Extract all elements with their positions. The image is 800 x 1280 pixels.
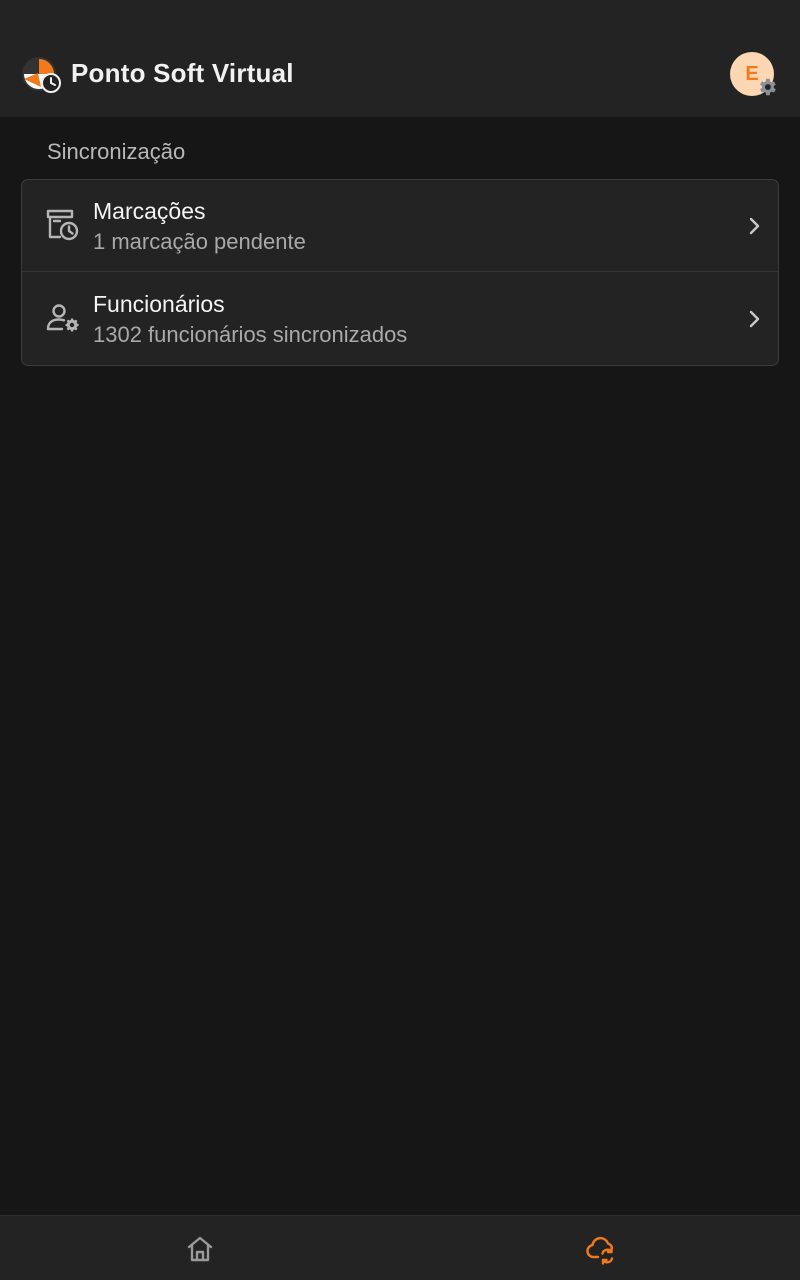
- sync-item-title: Marcações: [93, 198, 206, 224]
- app-title: Ponto Soft Virtual: [71, 58, 294, 88]
- sync-item-subtitle: 1302 funcionários sincronizados: [93, 322, 408, 347]
- app-header: Ponto Soft Virtual E: [0, 0, 800, 117]
- nav-sync[interactable]: [400, 1216, 800, 1280]
- chevron-right-icon: [749, 217, 760, 235]
- sync-item-funcionarios[interactable]: Funcionários 1302 funcionários sincroniz…: [22, 273, 778, 365]
- cloud-sync-icon: [586, 1236, 614, 1265]
- bottom-navigation: [0, 1215, 800, 1280]
- ponto-soft-logo-icon: [22, 57, 61, 93]
- sync-item-marcacoes[interactable]: Marcações 1 marcação pendente: [22, 180, 778, 272]
- app-root: Ponto Soft Virtual E Sincronização Marca…: [0, 0, 800, 1280]
- nav-home[interactable]: [0, 1216, 400, 1280]
- home-icon: [187, 1236, 213, 1262]
- section-title: Sincronização: [47, 139, 186, 164]
- sync-card: Marcações 1 marcação pendente Funcionári…: [21, 179, 779, 366]
- gear-icon: [760, 78, 776, 96]
- time-records-icon: [46, 209, 79, 241]
- profile-button[interactable]: E: [730, 52, 780, 100]
- sync-item-title: Funcionários: [93, 291, 225, 317]
- user-settings-icon: [46, 304, 79, 332]
- chevron-right-icon: [749, 310, 760, 328]
- sync-item-subtitle: 1 marcação pendente: [93, 229, 306, 254]
